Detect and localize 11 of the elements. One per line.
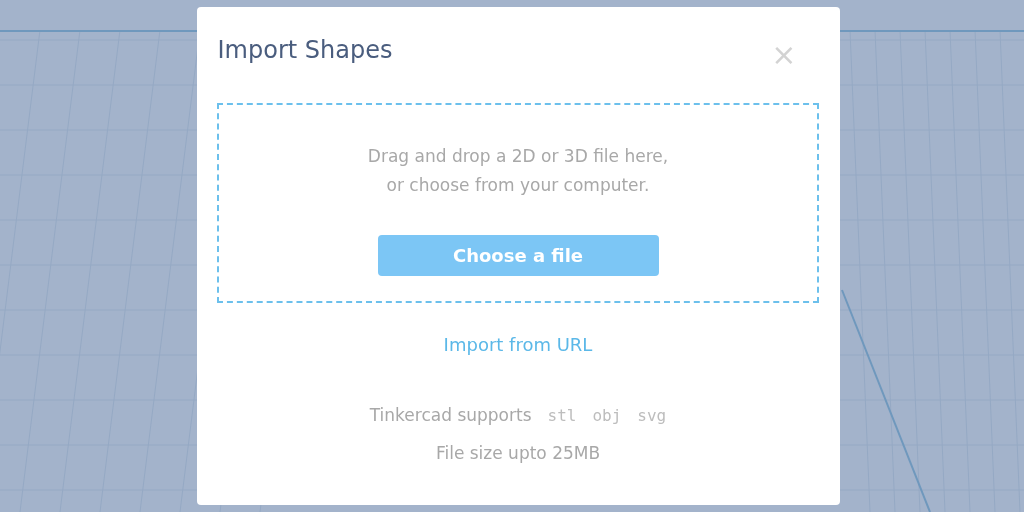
- choose-file-button[interactable]: Choose a file: [377, 235, 659, 276]
- dialog-title: Import Shapes: [217, 36, 393, 64]
- supports-label: Tinkercad supports: [369, 405, 532, 425]
- format-text: obj: [592, 405, 622, 425]
- drop-instructions: Drag and drop a 2D or 3D file here, or choose from your computer.: [367, 145, 669, 197]
- format-text: svg: [637, 405, 667, 425]
- file-size-note: File size upto 25MB: [435, 443, 601, 463]
- drop-zone[interactable]: Drag and drop a 2D or 3D file here, or choose from your computer. Choose a file: [217, 103, 819, 303]
- format-text: stl: [547, 405, 577, 425]
- close-button[interactable]: ×: [771, 40, 797, 70]
- import-url-link[interactable]: Import from URL: [443, 334, 593, 355]
